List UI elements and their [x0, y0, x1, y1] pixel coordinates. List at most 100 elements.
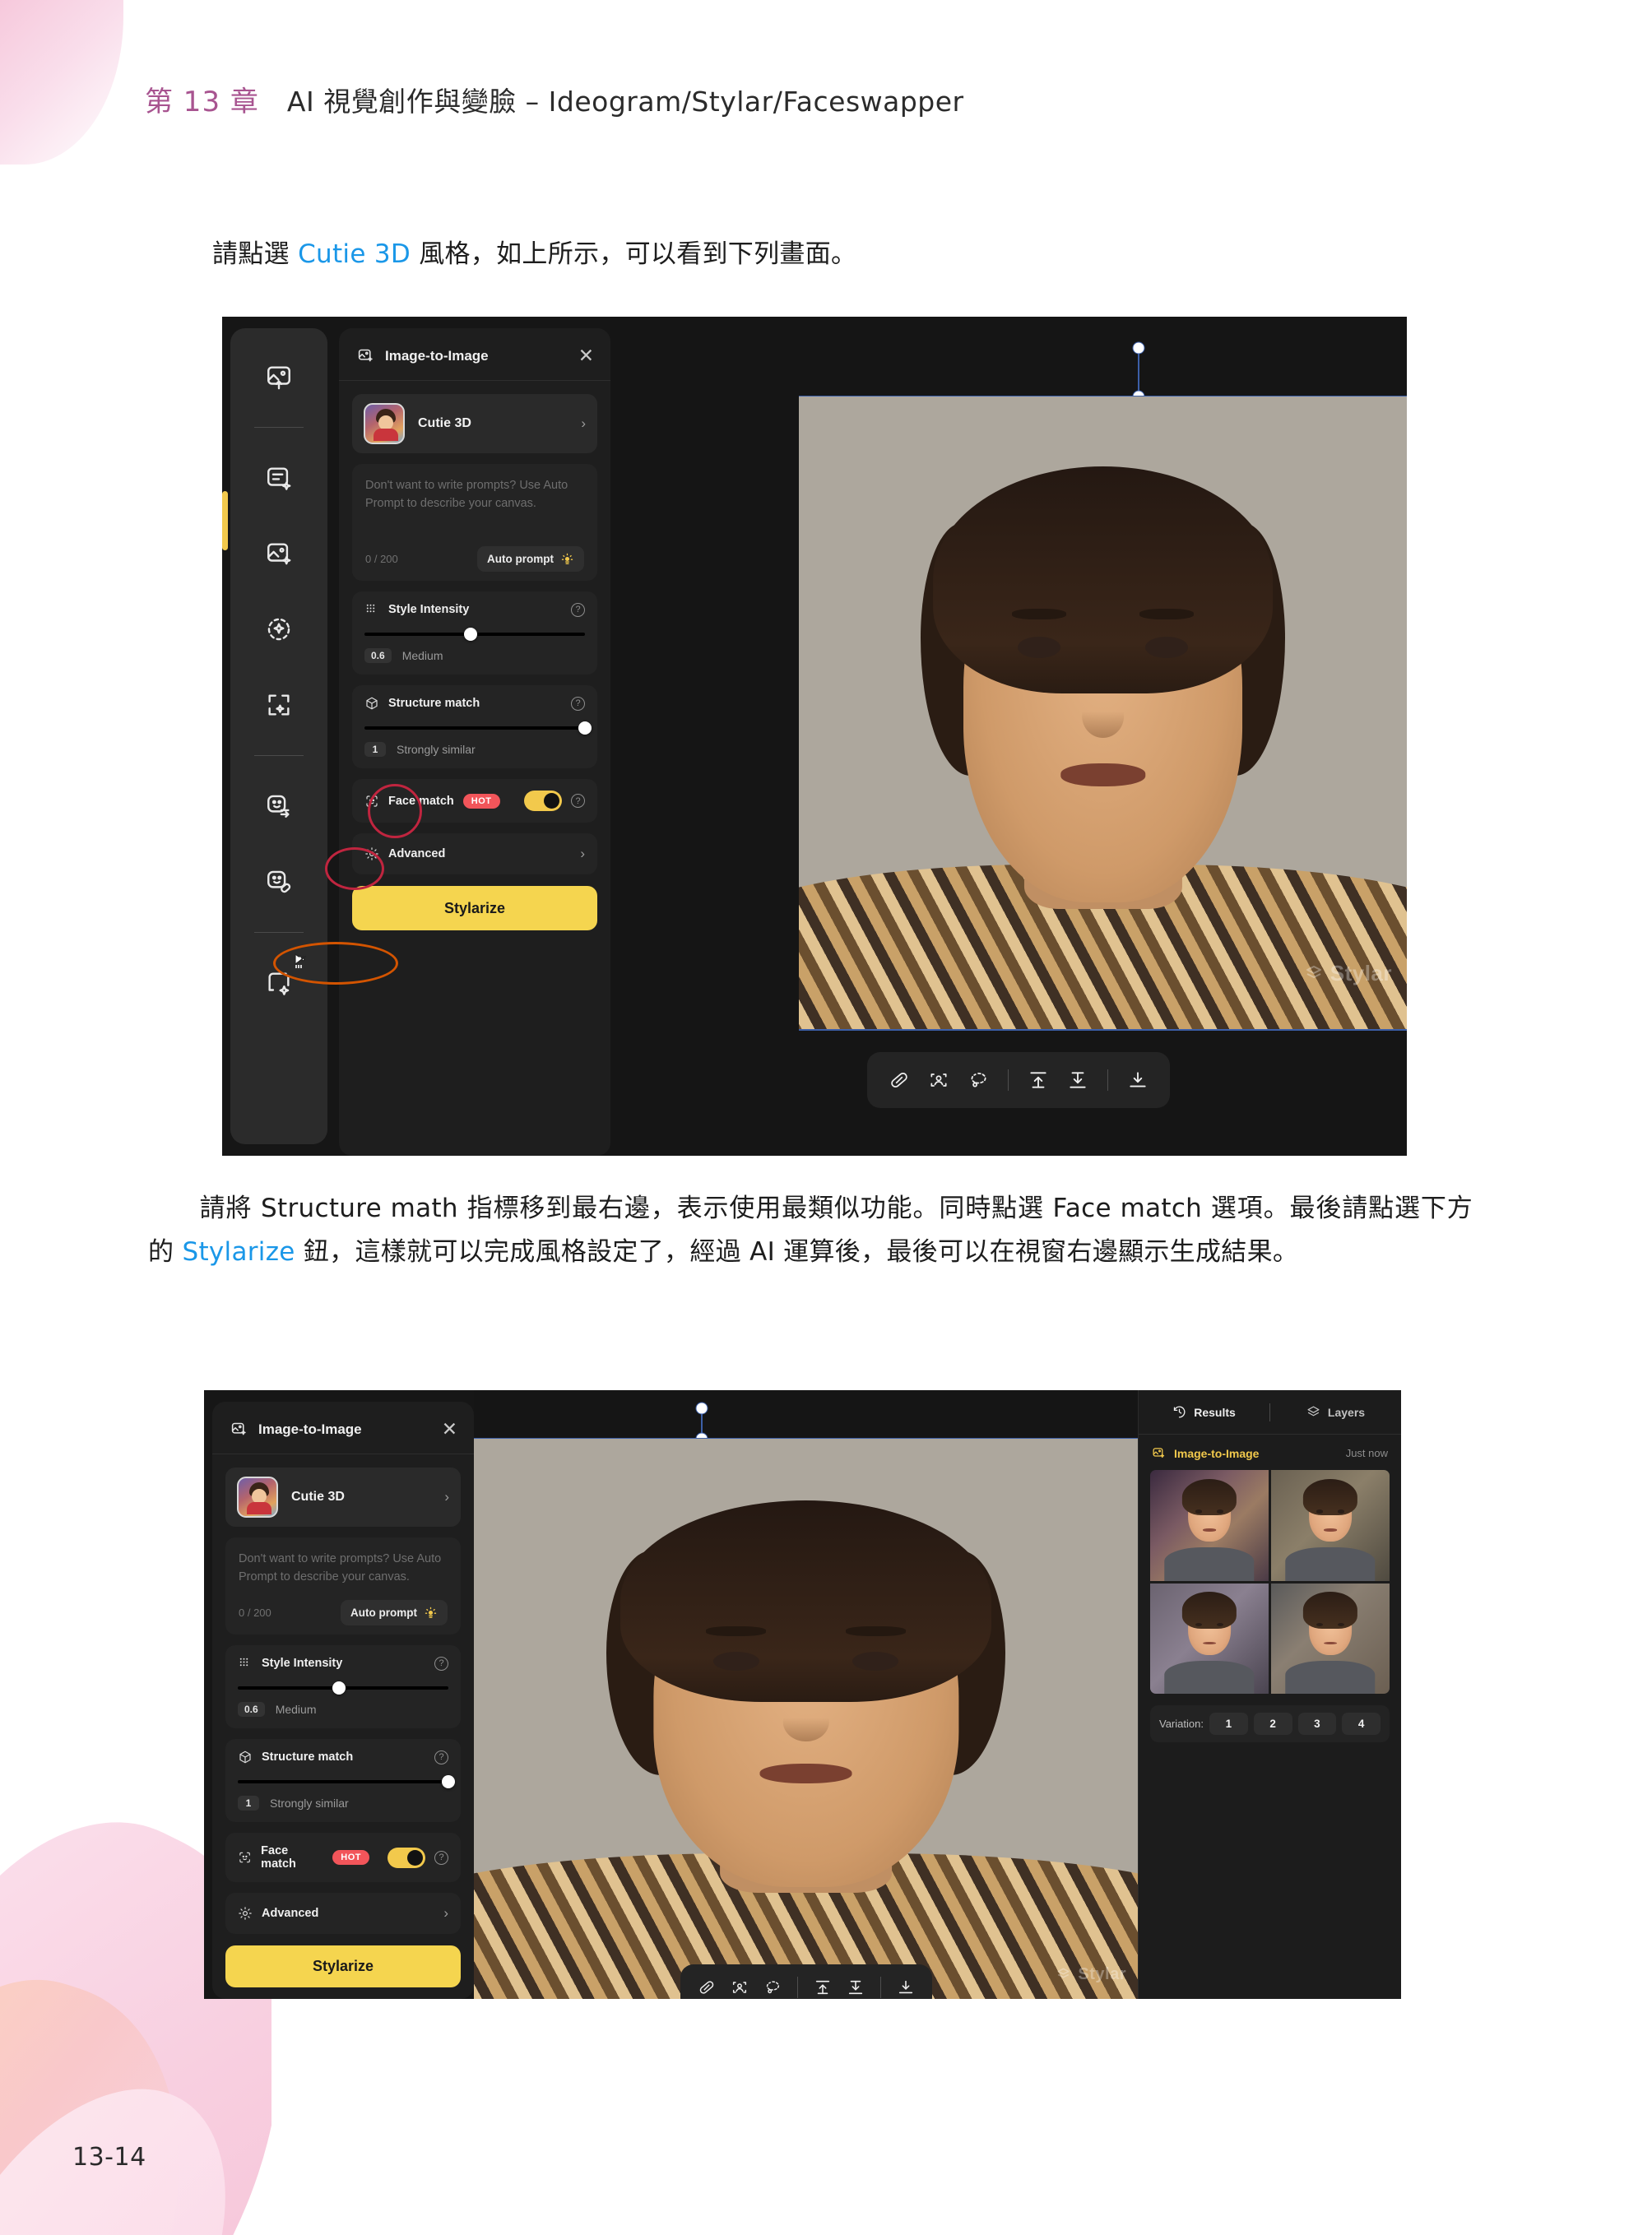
chevron-right-icon: › — [580, 846, 585, 861]
style-intensity-label: Style Intensity — [388, 603, 470, 616]
variation-option-3[interactable]: 3 — [1297, 1713, 1337, 1736]
image-to-image-icon[interactable] — [252, 526, 306, 581]
face-match-control: Face match HOT ? — [225, 1833, 461, 1882]
history-clock-icon — [1174, 1406, 1186, 1418]
stylarize-button[interactable]: Stylarize — [352, 886, 597, 930]
canvas-image[interactable]: Stylar — [799, 396, 1407, 1029]
prompt-placeholder: Don't want to write prompts? Use Auto Pr… — [365, 479, 568, 510]
lasso-select-icon[interactable] — [759, 1973, 787, 1999]
bring-forward-icon[interactable] — [809, 1973, 837, 1999]
result-thumbnail[interactable] — [1271, 1583, 1390, 1695]
tab-layers[interactable]: Layers — [1270, 1405, 1401, 1419]
bring-forward-icon[interactable] — [1021, 1063, 1056, 1097]
auto-prompt-button[interactable]: Auto prompt — [477, 546, 584, 572]
page-number: 13-14 — [72, 2143, 146, 2172]
help-icon[interactable]: ? — [571, 794, 585, 808]
structure-match-label: Structure match — [388, 697, 480, 710]
style-selector[interactable]: Cutie 3D › — [352, 394, 597, 453]
stylar-watermark: Stylar — [1304, 961, 1392, 986]
download-icon[interactable] — [892, 1973, 920, 1999]
structure-match-control: Structure match ? 1 Strongly similar — [352, 685, 597, 768]
image-to-image-icon — [231, 1422, 246, 1435]
prompt-input[interactable]: Don't want to write prompts? Use Auto Pr… — [352, 464, 597, 581]
lasso-select-icon[interactable] — [961, 1063, 995, 1097]
face-match-label: Face match — [261, 1844, 296, 1871]
send-backward-icon[interactable] — [1060, 1063, 1095, 1097]
prompt-placeholder: Don't want to write prompts? Use Auto Pr… — [239, 1552, 442, 1584]
face-swap-icon[interactable] — [252, 779, 306, 833]
auto-prompt-button[interactable]: Auto prompt — [341, 1600, 448, 1625]
panel-title: Image-to-Image — [258, 1421, 362, 1437]
prompt-input[interactable]: Don't want to write prompts? Use Auto Pr… — [225, 1537, 461, 1635]
cube-icon — [366, 697, 378, 710]
style-selector[interactable]: Cutie 3D › — [225, 1468, 461, 1527]
face-select-icon[interactable] — [726, 1973, 754, 1999]
rotation-handle-dot[interactable] — [696, 1403, 708, 1414]
screenshot-stylar-settings: Image-to-Image ✕ Cutie 3D › Don't want t… — [222, 317, 1407, 1156]
variation-option-1[interactable]: 1 — [1209, 1713, 1248, 1736]
style-intensity-control: Style Intensity ? 0.6 Medium — [352, 591, 597, 675]
style-intensity-slider[interactable] — [238, 1681, 448, 1695]
advanced-row[interactable]: Advanced › — [352, 833, 597, 874]
rotation-handle-line — [1138, 348, 1139, 397]
style-thumbnail — [364, 403, 405, 444]
source-portrait — [474, 1439, 1138, 1999]
result-entry-time: Just now — [1345, 1447, 1388, 1459]
close-icon[interactable]: ✕ — [578, 346, 594, 365]
canvas-image[interactable]: Stylar — [474, 1439, 1138, 1999]
canvas-area[interactable]: Stylar — [610, 317, 1407, 1156]
magic-enhance-icon[interactable] — [252, 602, 306, 656]
face-select-icon[interactable] — [921, 1063, 956, 1097]
style-intensity-word: Medium — [401, 649, 443, 662]
text-to-image-icon[interactable] — [252, 451, 306, 505]
settings-panel: Image-to-Image ✕ Cutie 3D › Don't want t… — [339, 328, 610, 1156]
structure-match-word: Strongly similar — [270, 1797, 349, 1810]
stylarize-label: Stylarize — [443, 899, 506, 916]
advanced-label: Advanced — [262, 1907, 319, 1920]
rail-active-indicator — [222, 491, 228, 550]
advanced-row[interactable]: Advanced › — [225, 1893, 461, 1934]
result-thumbnail-grid — [1150, 1470, 1390, 1695]
result-thumbnail[interactable] — [1150, 1470, 1269, 1581]
canvas-top-strip — [610, 317, 1407, 396]
rotation-handle-dot[interactable] — [1133, 342, 1144, 354]
close-icon[interactable]: ✕ — [442, 1420, 457, 1439]
face-match-toggle[interactable] — [387, 1847, 425, 1868]
paragraph-intro-before: 請點選 — [212, 239, 299, 269]
upscale-expand-icon[interactable] — [252, 678, 306, 732]
paragraph-instructions-b: 鈕，這樣就可以完成風格設定了，經過 AI 運算後，最後可以在視窗右邊顯示生成結果… — [295, 1237, 1299, 1268]
stylar-watermark: Stylar — [1056, 1965, 1126, 1984]
face-retouch-icon[interactable] — [252, 855, 306, 909]
help-icon[interactable]: ? — [434, 1850, 448, 1865]
result-thumbnail[interactable] — [1150, 1583, 1269, 1695]
help-icon[interactable]: ? — [571, 602, 585, 617]
result-thumbnail[interactable] — [1271, 1470, 1390, 1581]
auto-prompt-label: Auto prompt — [487, 553, 554, 565]
result-entry-name: Image-to-Image — [1174, 1446, 1260, 1460]
heal-brush-icon[interactable] — [693, 1973, 721, 1999]
style-intensity-slider[interactable] — [364, 628, 585, 641]
structure-match-value: 1 — [364, 742, 386, 757]
variation-option-2[interactable]: 2 — [1253, 1713, 1292, 1736]
variation-option-4[interactable]: 4 — [1342, 1713, 1381, 1736]
send-backward-icon[interactable] — [842, 1973, 870, 1999]
cube-icon — [239, 1750, 251, 1764]
lightbulb-icon — [561, 553, 573, 564]
help-icon[interactable]: ? — [434, 1656, 448, 1671]
face-match-toggle[interactable] — [524, 791, 562, 811]
help-icon[interactable]: ? — [571, 696, 585, 711]
download-icon[interactable] — [1121, 1063, 1155, 1097]
style-intensity-control: Style Intensity ? 0.6 Medium — [225, 1645, 461, 1728]
stylarize-button[interactable]: Stylarize — [225, 1945, 461, 1987]
stylar-logo-icon — [1057, 1968, 1070, 1978]
result-entry-header: Image-to-Image Just now — [1139, 1435, 1401, 1470]
advanced-label: Advanced — [388, 847, 446, 860]
image-upload-icon[interactable] — [252, 350, 306, 404]
structure-match-slider[interactable] — [364, 721, 592, 735]
canvas-area[interactable]: Stylar — [474, 1390, 1138, 1999]
results-panel: Results Layers Image-to-Image Just now V… — [1138, 1390, 1401, 1999]
tab-results[interactable]: Results — [1139, 1405, 1269, 1419]
help-icon[interactable]: ? — [434, 1750, 448, 1764]
heal-brush-icon[interactable] — [882, 1063, 916, 1097]
structure-match-slider[interactable] — [238, 1775, 455, 1788]
